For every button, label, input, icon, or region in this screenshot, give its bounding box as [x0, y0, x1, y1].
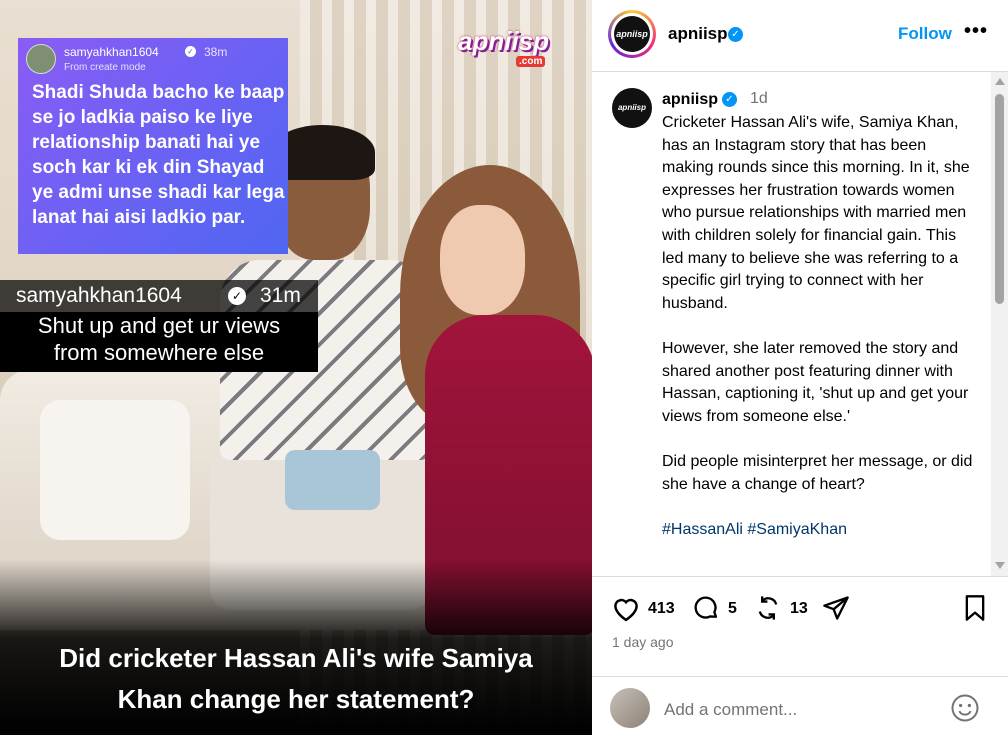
reply-line-2: from somewhere else — [53, 340, 265, 365]
caption-time[interactable]: 1d — [750, 90, 768, 108]
likes-count[interactable]: 413 — [648, 600, 675, 618]
cushion — [40, 400, 190, 540]
emoji-icon[interactable] — [950, 693, 980, 723]
verified-icon: ✓ — [228, 287, 246, 305]
follow-button[interactable]: Follow — [898, 24, 952, 44]
story-username: samyahkhan1604 — [64, 45, 159, 59]
save-bookmark-icon[interactable] — [962, 594, 988, 622]
scroll-down-arrow-icon[interactable] — [995, 562, 1005, 569]
caption-paragraph: Did people misinterpret her message, or … — [662, 452, 973, 493]
reposts-count[interactable]: 13 — [790, 600, 808, 618]
more-options-icon[interactable]: ••• — [964, 20, 988, 43]
like-heart-icon[interactable] — [611, 594, 641, 622]
comments-count[interactable]: 5 — [728, 600, 737, 618]
story-screenshot-card: samyahkhan1604 ✓ 38m From create mode Sh… — [18, 38, 288, 254]
scrollbar-thumb[interactable] — [995, 94, 1004, 304]
reply-text-box: Shut up and get ur views from somewhere … — [0, 312, 318, 372]
image-caption-line-2: Khan change her statement? — [117, 684, 475, 714]
caption-area[interactable]: apniisp apniisp ✓ 1d Cricketer Hassan Al… — [592, 72, 1008, 577]
clutch-bag — [285, 450, 380, 510]
story-header: samyahkhan1604 ✓ 38m From create mode — [24, 42, 286, 74]
post-timestamp[interactable]: 1 day ago — [612, 634, 674, 650]
hashtags-link[interactable]: #HassanAli #SamiyaKhan — [662, 519, 978, 542]
story-text: Shadi Shuda bacho ke baap se jo ladkia p… — [32, 82, 285, 228]
comment-bar — [592, 676, 1008, 736]
reply-header: samyahkhan1604 ✓ 31m — [0, 280, 318, 312]
user-avatar — [610, 688, 650, 728]
repost-icon[interactable] — [754, 594, 782, 622]
comment-bubble-icon[interactable] — [692, 594, 720, 622]
brand-logo: apniisp .com — [458, 26, 564, 74]
caption-username[interactable]: apniisp — [662, 91, 718, 109]
brand-suffix: .com — [516, 56, 546, 67]
post-image[interactable]: samyahkhan1604 ✓ 38m From create mode Sh… — [0, 0, 592, 735]
comment-input[interactable] — [662, 699, 926, 721]
reply-time: 31m — [260, 284, 301, 307]
image-caption: Did cricketer Hassan Ali's wife Samiya K… — [0, 638, 592, 720]
profile-avatar[interactable]: apniisp — [608, 10, 656, 58]
brand-name: apniisp — [458, 26, 550, 56]
scroll-up-arrow-icon[interactable] — [995, 78, 1005, 85]
caption-avatar[interactable]: apniisp — [612, 88, 652, 128]
verified-icon: ✓ — [185, 46, 196, 57]
reply-line-1: Shut up and get ur views — [37, 313, 281, 338]
caption-paragraph: However, she later removed the story and… — [662, 339, 969, 425]
story-mode-label: From create mode — [64, 62, 146, 73]
verified-badge-icon: ✓ — [722, 92, 737, 107]
caption-scrollbar[interactable] — [991, 72, 1008, 576]
reply-username: samyahkhan1604 — [16, 284, 182, 307]
post-header: apniisp apniisp ✓ Follow ••• — [592, 0, 1008, 72]
image-caption-line-1: Did cricketer Hassan Ali's wife Samiya — [59, 643, 533, 673]
caption-paragraph: Cricketer Hassan Ali's wife, Samiya Khan… — [662, 114, 970, 312]
avatar-logo: apniisp — [614, 16, 650, 52]
verified-badge-icon: ✓ — [728, 27, 743, 42]
action-bar: 413 5 13 — [592, 586, 1008, 636]
caption-text: Cricketer Hassan Ali's wife, Samiya Khan… — [662, 112, 978, 564]
share-paper-plane-icon[interactable] — [822, 594, 850, 622]
post-panel: apniisp apniisp ✓ Follow ••• apniisp apn… — [592, 0, 1008, 735]
story-avatar — [26, 44, 56, 74]
story-time: 38m — [204, 45, 228, 59]
header-username[interactable]: apniisp — [668, 24, 728, 44]
